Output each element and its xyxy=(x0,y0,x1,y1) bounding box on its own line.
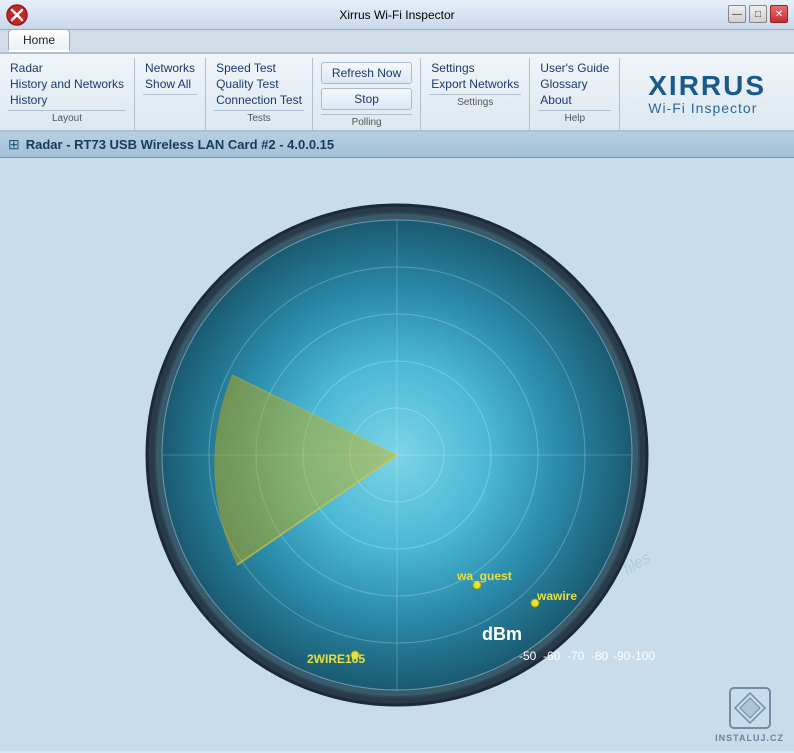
svg-text:2WIRE165: 2WIRE165 xyxy=(307,652,365,666)
ribbon-group-tests: Speed Test Quality Test Connection Test … xyxy=(206,58,313,130)
ribbon-glossary[interactable]: Glossary xyxy=(538,76,611,92)
radar-container: wa_guest wawire 2WIRE165 WEST2184 dBm -5… xyxy=(137,195,657,715)
title-text: Xirrus Wi-Fi Inspector xyxy=(339,8,454,22)
help-label: Help xyxy=(538,110,611,124)
svg-text:-50: -50 xyxy=(519,649,537,663)
logo-brand: XIRRUS xyxy=(648,72,766,100)
home-tab[interactable]: Home xyxy=(8,29,70,52)
ribbon-connection-test[interactable]: Connection Test xyxy=(214,92,304,108)
ribbon: Radar History and Networks History Layou… xyxy=(0,54,794,132)
ribbon-networks[interactable]: Networks xyxy=(143,60,197,76)
close-button[interactable]: ✕ xyxy=(770,5,788,23)
polling-label: Polling xyxy=(321,114,412,128)
ribbon-group-polling: Refresh Now Stop Polling xyxy=(313,58,421,130)
svg-text:-80: -80 xyxy=(591,649,609,663)
settings-items: Settings Export Networks xyxy=(429,60,521,92)
maximize-button[interactable]: □ xyxy=(749,5,767,23)
logo-area: XIRRUS Wi-Fi Inspector xyxy=(620,58,794,130)
ribbon-users-guide[interactable]: User's Guide xyxy=(538,60,611,76)
svg-text:wawire: wawire xyxy=(536,589,577,603)
help-items: User's Guide Glossary About xyxy=(538,60,611,108)
svg-text:dBm: dBm xyxy=(482,624,522,644)
app-icon xyxy=(6,4,28,26)
layout-items: Radar History and Networks History xyxy=(8,60,126,108)
ribbon-history-networks[interactable]: History and Networks xyxy=(8,76,126,92)
main-content: wa_guest wawire 2WIRE165 WEST2184 dBm -5… xyxy=(0,158,794,751)
ribbon-settings[interactable]: Settings xyxy=(429,60,521,76)
watermark-text: INSTALUJ.CZ xyxy=(715,733,784,743)
svg-text:-70: -70 xyxy=(567,649,585,663)
svg-text:-100: -100 xyxy=(631,649,655,663)
ribbon-group-help: User's Guide Glossary About Help xyxy=(530,58,620,130)
radar-panel-icon: ⊞ xyxy=(8,136,20,153)
networks-items: Networks Show All xyxy=(143,60,197,92)
ribbon-group-settings: Settings Export Networks Settings xyxy=(421,58,530,130)
panel-header: ⊞ Radar - RT73 USB Wireless LAN Card #2 … xyxy=(0,132,794,158)
ribbon-group-layout: Radar History and Networks History Layou… xyxy=(0,58,135,130)
ribbon-radar[interactable]: Radar xyxy=(8,60,126,76)
ribbon-about[interactable]: About xyxy=(538,92,611,108)
tab-bar: Home xyxy=(0,30,794,54)
title-bar: Xirrus Wi-Fi Inspector — □ ✕ xyxy=(0,0,794,30)
svg-text:-60: -60 xyxy=(543,649,561,663)
ribbon-quality-test[interactable]: Quality Test xyxy=(214,76,304,92)
networks-label xyxy=(143,94,197,108)
panel-header-text: Radar - RT73 USB Wireless LAN Card #2 - … xyxy=(26,137,334,152)
logo-subtitle: Wi-Fi Inspector xyxy=(648,100,757,116)
ribbon-group-networks: Networks Show All xyxy=(135,58,206,130)
layout-label: Layout xyxy=(8,110,126,124)
stop-button[interactable]: Stop xyxy=(321,88,412,110)
ribbon-history[interactable]: History xyxy=(8,92,126,108)
ribbon-export-networks[interactable]: Export Networks xyxy=(429,76,521,92)
settings-label: Settings xyxy=(429,94,521,108)
svg-text:-90: -90 xyxy=(613,649,631,663)
tests-items: Speed Test Quality Test Connection Test xyxy=(214,60,304,108)
logo-text: XIRRUS Wi-Fi Inspector xyxy=(648,72,766,116)
ribbon-speed-test[interactable]: Speed Test xyxy=(214,60,304,76)
window-controls: — □ ✕ xyxy=(728,5,788,23)
ribbon-show-all[interactable]: Show All xyxy=(143,76,197,92)
watermark: INSTALUJ.CZ xyxy=(715,683,784,743)
tests-label: Tests xyxy=(214,110,304,124)
refresh-now-button[interactable]: Refresh Now xyxy=(321,62,412,84)
minimize-button[interactable]: — xyxy=(728,5,746,23)
svg-text:wa_guest: wa_guest xyxy=(456,569,512,583)
